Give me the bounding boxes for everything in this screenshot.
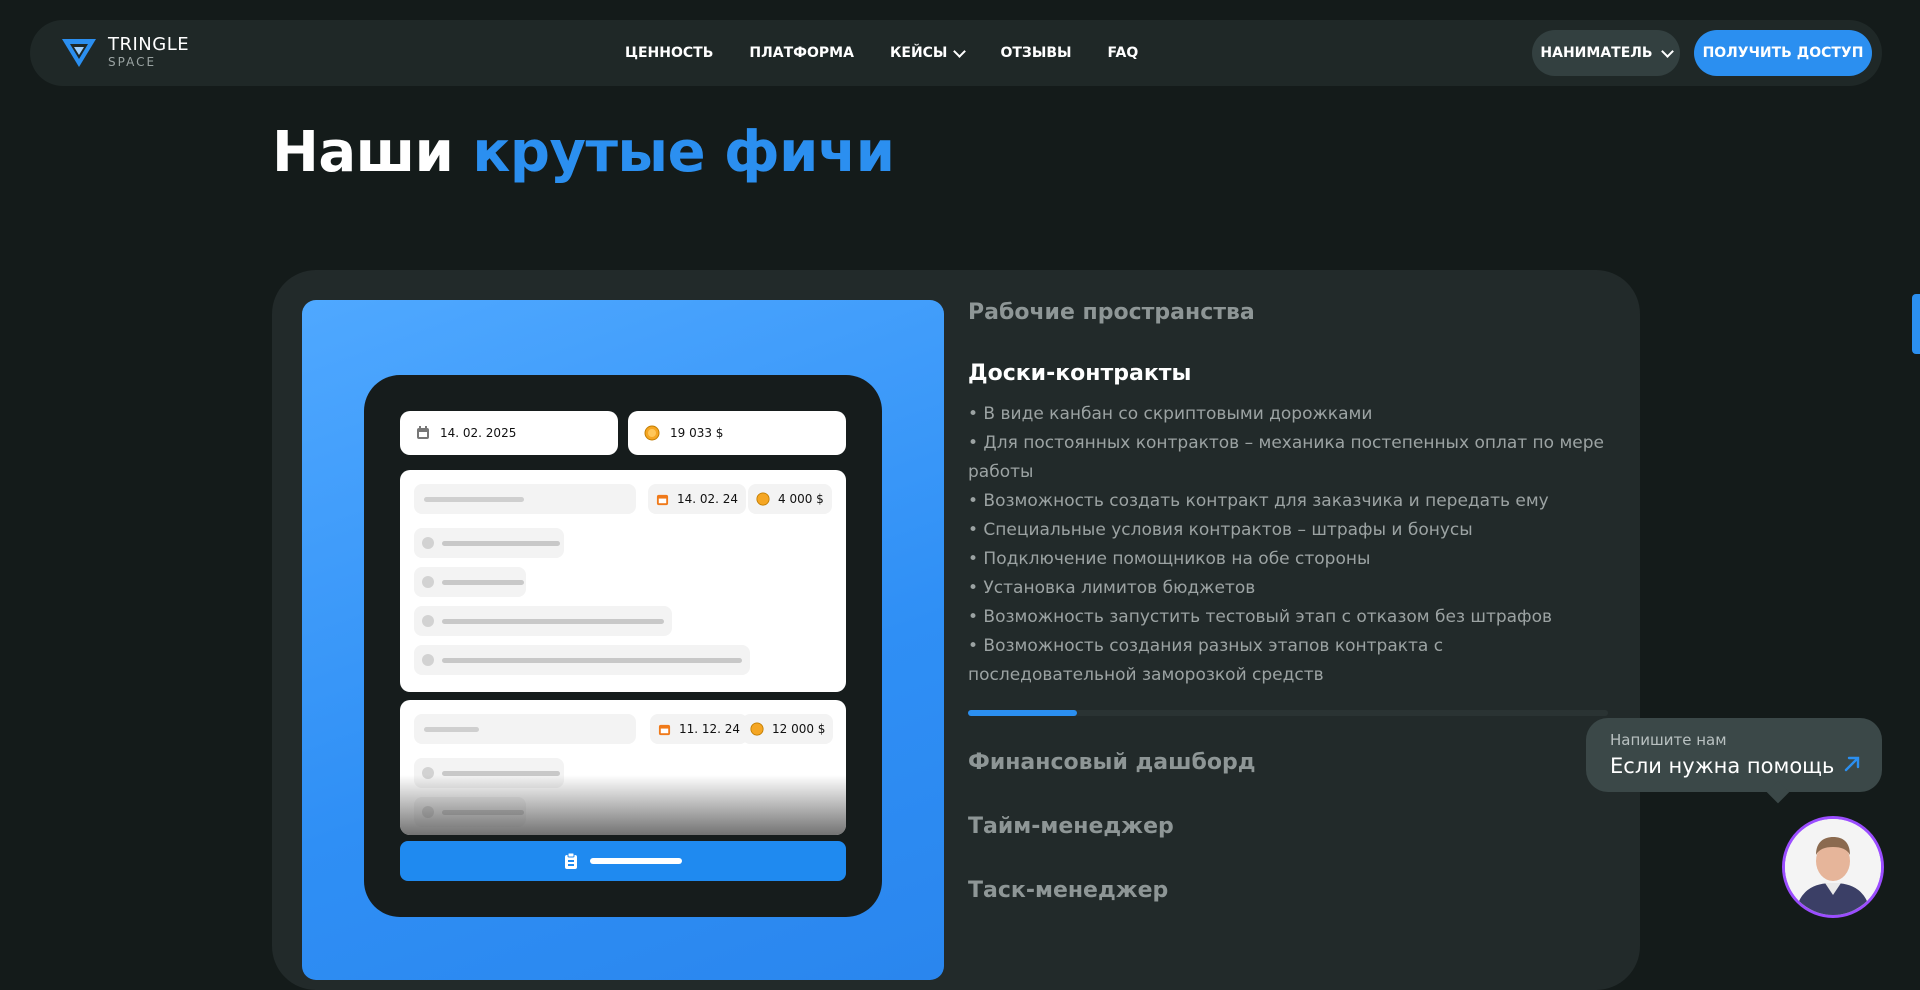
nav-item-value[interactable]: ЦЕННОСТЬ [625, 45, 713, 61]
calendar-icon [658, 724, 671, 735]
chevron-down-icon [953, 44, 967, 58]
nav-item-platform[interactable]: ПЛАТФОРМА [749, 45, 854, 61]
feature-tab-finance-dashboard[interactable]: Финансовый дашборд [968, 750, 1256, 775]
date-pill: 14. 02. 2025 [400, 411, 618, 455]
board-amount-tag: 4 000 $ [748, 484, 832, 514]
amount-pill: 19 033 $ [628, 411, 846, 455]
list-item [414, 606, 672, 636]
main-nav: ЦЕННОСТЬ ПЛАТФОРМА КЕЙСЫ ОТЗЫВЫ FAQ [625, 20, 1138, 86]
nav-item-cases[interactable]: КЕЙСЫ [890, 44, 967, 61]
contract-board: 14. 02. 24 4 000 $ [400, 470, 846, 692]
coin-icon [750, 722, 764, 736]
help-small-text: Напишите нам [1610, 731, 1727, 749]
arrow-up-right-icon [1842, 754, 1862, 778]
get-access-button[interactable]: ПОЛУЧИТЬ ДОСТУП [1694, 30, 1872, 76]
contract-board: 11. 12. 24 12 000 $ [400, 700, 846, 835]
logo[interactable]: TRINGLE SPACE [60, 33, 189, 71]
chevron-down-icon [1660, 44, 1674, 58]
calendar-icon [656, 494, 669, 505]
list-item [414, 645, 750, 675]
features-list: Рабочие пространства Доски-контракты • В… [968, 300, 1608, 903]
logo-line1: TRINGLE [108, 34, 190, 55]
tringle-logo-icon [62, 39, 96, 67]
list-item [414, 567, 526, 597]
board-date-tag: 14. 02. 24 [648, 484, 747, 514]
support-avatar[interactable] [1782, 816, 1884, 918]
feature-tab-task-manager[interactable]: Таск-менеджер [968, 878, 1168, 903]
role-selector-label: НАНИМАТЕЛЬ [1540, 45, 1653, 61]
page-title: Наши крутые фичи [272, 120, 895, 185]
board-amount-tag: 12 000 $ [742, 714, 834, 744]
clipboard-icon [565, 853, 577, 869]
phone-action-button [400, 841, 846, 881]
coin-icon [756, 492, 770, 506]
list-item [414, 528, 564, 558]
feature-tab-workspaces[interactable]: Рабочие пространства [968, 300, 1608, 325]
calendar-icon [416, 426, 430, 440]
feature-tab-time-manager[interactable]: Тайм-менеджер [968, 814, 1174, 839]
role-selector[interactable]: НАНИМАТЕЛЬ [1532, 30, 1680, 76]
coin-icon [644, 425, 660, 441]
logo-line2: SPACE [108, 55, 157, 69]
site-header: TRINGLE SPACE ЦЕННОСТЬ ПЛАТФОРМА КЕЙСЫ О… [30, 20, 1882, 86]
feature-tab-contract-boards[interactable]: Доски-контракты [968, 361, 1608, 386]
feature-description: • В виде канбан со скриптовыми дорожками… [968, 404, 1604, 685]
help-bubble[interactable]: Напишите нам Если нужна помощь [1586, 718, 1882, 804]
person-avatar-icon [1785, 819, 1881, 915]
board-date-tag: 11. 12. 24 [650, 714, 749, 744]
phone-mockup: 14. 02. 2025 19 033 $ 14. 02. 24 4 000 $ [364, 375, 882, 917]
nav-item-faq[interactable]: FAQ [1108, 45, 1139, 61]
help-big-text: Если нужна помощь [1610, 754, 1835, 778]
scroll-indicator[interactable] [1912, 294, 1920, 354]
feature-progress-bar [968, 710, 1608, 716]
feature-preview: 14. 02. 2025 19 033 $ 14. 02. 24 4 000 $ [302, 300, 944, 980]
nav-item-reviews[interactable]: ОТЗЫВЫ [1000, 45, 1071, 61]
